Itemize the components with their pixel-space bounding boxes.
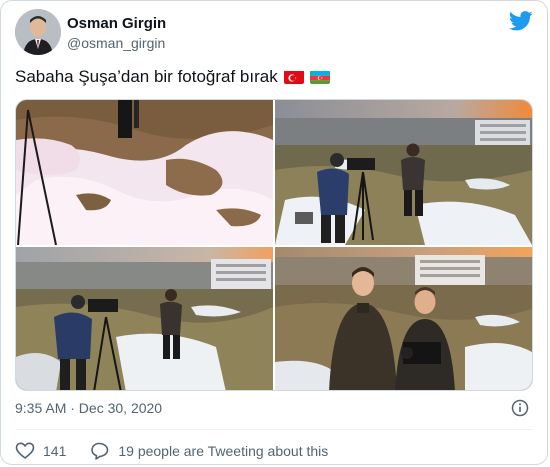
tweet-card: Osman Girgin @osman_girgin Sabaha Şuşa’d… (0, 0, 548, 465)
tweet-timestamp[interactable]: 9:35 AM · Dec 30, 2020 (15, 400, 162, 416)
divider (15, 429, 533, 430)
heart-icon (15, 442, 35, 460)
like-count: 141 (43, 443, 67, 459)
photo-4[interactable] (275, 247, 532, 390)
azerbaijan-flag-icon (309, 70, 330, 84)
cameraman-filming-image (16, 247, 273, 390)
tweet-actions: 141 19 people are Tweeting about this (15, 441, 352, 461)
tweet-text: Sabaha Şuşa’dan bir fotoğraf bırak (15, 67, 330, 87)
speech-bubble-icon (91, 442, 109, 460)
photo-2[interactable] (275, 100, 532, 245)
conversation-text: 19 people are Tweeting about this (118, 443, 329, 459)
author-name[interactable]: Osman Girgin (67, 15, 166, 32)
turkey-flag-icon (283, 70, 304, 84)
snowy-hillside-image (16, 100, 273, 245)
tweet-text-body: Sabaha Şuşa’dan bir fotoğraf bırak (15, 67, 278, 86)
like-button[interactable]: 141 (15, 441, 66, 461)
conversation-button[interactable]: 19 people are Tweeting about this (90, 441, 328, 461)
two-men-sunset-image (275, 247, 532, 390)
photo-3[interactable] (16, 247, 273, 390)
photo-1[interactable] (16, 100, 273, 245)
author-avatar[interactable] (15, 9, 61, 55)
media-grid (15, 99, 533, 391)
cameraman-reporter-image (275, 100, 532, 245)
twitter-bird-icon[interactable] (509, 11, 533, 31)
info-icon[interactable] (511, 399, 529, 417)
author-handle[interactable]: @osman_girgin (67, 35, 165, 51)
